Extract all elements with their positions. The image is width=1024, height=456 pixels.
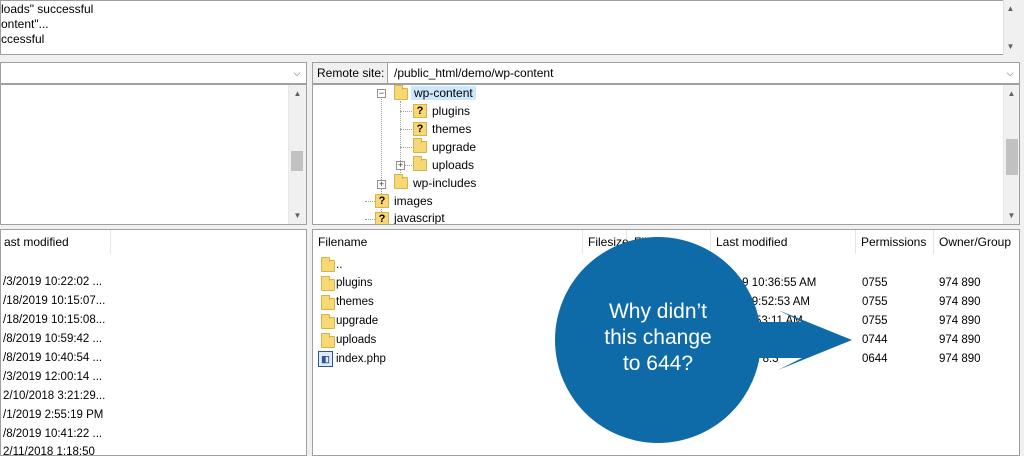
column-filename[interactable]: Filename	[313, 230, 583, 254]
unknown-folder-icon: ?	[413, 104, 427, 118]
local-tree[interactable]	[0, 84, 307, 225]
callout-line: this change	[604, 326, 712, 349]
local-tree-scrollbar[interactable]: ▲ ▼	[288, 85, 306, 224]
collapse-icon[interactable]: −	[377, 89, 386, 98]
unknown-folder-icon: ?	[413, 122, 427, 136]
log-line: ontent"...	[1, 17, 49, 31]
callout-text: Why didn’t this change to 644?	[555, 299, 761, 377]
folder-icon	[321, 314, 335, 329]
chevron-down-icon[interactable]: ⌵	[290, 65, 304, 81]
php-file-icon: ◧	[318, 351, 333, 367]
file-permissions: 0755	[862, 277, 888, 289]
file-permissions: 0755	[862, 296, 888, 308]
log-line: ccessful	[1, 32, 45, 46]
folder-icon	[394, 174, 408, 189]
file-owner: 974 890	[939, 315, 981, 327]
annotation-callout: Why didn’t this change to 644?	[555, 237, 761, 443]
log-line: loads" successful	[1, 2, 94, 16]
file-permissions: 0644	[862, 353, 888, 365]
list-item[interactable]: /3/2019 12:00:14 ...	[3, 371, 102, 383]
file-name[interactable]: ..	[336, 259, 342, 271]
tree-item-plugins[interactable]: plugins	[432, 104, 470, 118]
scroll-up-icon[interactable]: ▲	[1004, 2, 1017, 15]
remote-tree[interactable]: − wp-content ? plugins ? themes upgrade …	[312, 84, 1020, 225]
tree-item-upgrade[interactable]: upgrade	[432, 140, 476, 154]
folder-icon	[413, 138, 427, 153]
message-log: loads" successful ontent"... ccessful	[0, 0, 1016, 55]
scroll-up-icon[interactable]: ▲	[291, 87, 304, 100]
list-item[interactable]: 2/10/2018 3:21:29...	[3, 390, 105, 402]
scroll-up-icon[interactable]: ▲	[1005, 87, 1018, 100]
tree-item-uploads[interactable]: uploads	[432, 158, 474, 172]
file-name[interactable]: plugins	[336, 277, 372, 289]
expand-icon[interactable]: +	[377, 180, 386, 189]
file-name[interactable]: themes	[336, 296, 374, 308]
local-file-list[interactable]: ast modified /3/2019 10:22:02 ... /18/20…	[0, 229, 307, 456]
file-name[interactable]: index.php	[336, 353, 386, 365]
scroll-down-icon[interactable]: ▼	[291, 209, 304, 222]
file-permissions: 0755	[862, 315, 888, 327]
scroll-down-icon[interactable]: ▼	[1004, 40, 1017, 53]
callout-line: Why didn’t	[608, 300, 708, 323]
local-site-path[interactable]: ⌵	[0, 62, 307, 84]
sort-ascending-icon: ⌃	[428, 229, 437, 237]
file-owner: 974 890	[939, 353, 981, 365]
tree-item-themes[interactable]: themes	[432, 122, 471, 136]
unknown-folder-icon: ?	[375, 212, 389, 224]
file-name[interactable]: upgrade	[336, 315, 378, 327]
folder-icon	[413, 156, 427, 171]
tree-item-images[interactable]: images	[394, 194, 433, 208]
folder-icon	[321, 295, 335, 310]
remote-site-label: Remote site:	[312, 62, 388, 84]
callout-line: to 644?	[622, 352, 694, 375]
scroll-thumb[interactable]	[291, 151, 303, 171]
scroll-down-icon[interactable]: ▼	[1005, 209, 1018, 222]
folder-icon	[321, 257, 335, 272]
file-permissions: 0744	[862, 334, 888, 346]
column-last-modified[interactable]: Last modified	[711, 230, 856, 254]
remote-path-value: /public_html/demo/wp-content	[394, 66, 554, 80]
folder-icon	[321, 333, 335, 348]
tree-item-javascript[interactable]: javascript	[394, 211, 445, 224]
list-item[interactable]: /8/2019 10:41:22 ...	[3, 428, 102, 440]
file-owner: 974 890	[939, 296, 981, 308]
unknown-folder-icon: ?	[375, 194, 389, 208]
folder-icon	[321, 276, 335, 291]
chevron-down-icon[interactable]: ⌵	[1003, 65, 1017, 81]
scroll-thumb[interactable]	[1006, 139, 1018, 175]
column-permissions[interactable]: Permissions	[856, 230, 934, 254]
list-item[interactable]: /18/2019 10:15:08...	[3, 314, 105, 326]
file-owner: 974 890	[939, 277, 981, 289]
list-item[interactable]: /3/2019 10:22:02 ...	[3, 276, 102, 288]
tree-item-wp-includes[interactable]: wp-includes	[413, 176, 476, 190]
column-last-modified[interactable]: ast modified	[1, 230, 111, 254]
column-owner-group[interactable]: Owner/Group	[934, 230, 1019, 254]
tree-item-wp-content[interactable]: wp-content	[411, 86, 476, 100]
log-scrollbar[interactable]: ▲ ▼	[1003, 0, 1016, 55]
remote-tree-scrollbar[interactable]: ▲ ▼	[1003, 85, 1019, 224]
list-item[interactable]: /18/2019 10:15:07...	[3, 295, 105, 307]
list-item[interactable]: /8/2019 10:40:54 ...	[3, 352, 102, 364]
list-item[interactable]: /1/2019 2:55:19 PM	[3, 409, 103, 421]
file-owner: 974 890	[939, 334, 981, 346]
list-item[interactable]: 2/11/2018 1:18:50	[3, 446, 95, 455]
file-name[interactable]: uploads	[336, 334, 376, 346]
annotation-arrow-icon	[740, 310, 852, 370]
remote-site-path[interactable]: /public_html/demo/wp-content ⌵	[387, 62, 1020, 84]
list-item[interactable]: /8/2019 10:59:42 ...	[3, 333, 102, 345]
folder-open-icon	[394, 85, 408, 100]
expand-icon[interactable]: +	[396, 161, 405, 170]
